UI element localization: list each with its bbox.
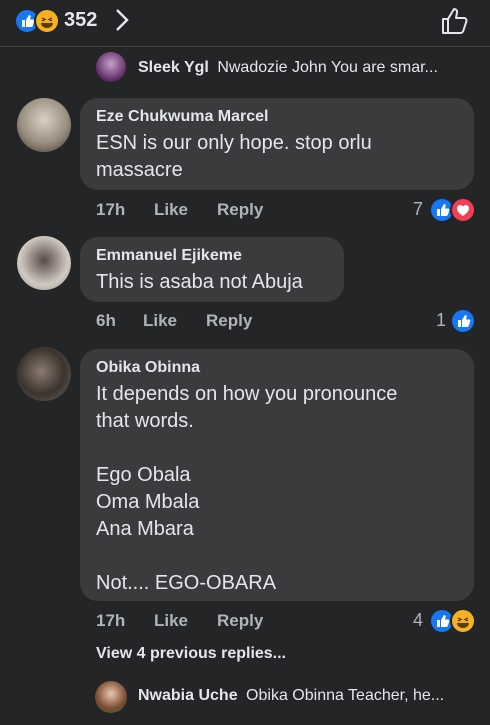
haha-reaction-icon (34, 8, 60, 34)
avatar[interactable] (96, 52, 126, 82)
haha-reaction-icon (450, 608, 476, 634)
view-previous-replies-link[interactable]: View 4 previous replies... (96, 645, 286, 663)
avatar[interactable] (17, 98, 71, 152)
comment-bubble[interactable]: Obika Obinna It depends on how you prono… (80, 349, 474, 601)
header-divider (0, 46, 490, 47)
like-button[interactable]: Like (154, 611, 188, 631)
reply-author: Nwabia Uche (138, 687, 238, 704)
comment-time[interactable]: 6h (96, 311, 116, 331)
comment-author[interactable]: Obika Obinna (96, 358, 458, 378)
avatar[interactable] (17, 347, 71, 401)
reply-button[interactable]: Reply (206, 311, 252, 331)
reply-preview[interactable]: Sleek Ygl Nwadozie John You are smar... (138, 59, 438, 77)
thumbs-up-outline-icon[interactable] (440, 6, 470, 41)
comment-time[interactable]: 17h (96, 611, 125, 631)
comment-author[interactable]: Eze Chukwuma Marcel (96, 107, 458, 127)
comment-bubble[interactable]: Emmanuel Ejikeme This is asaba not Abuja (80, 237, 344, 302)
comment-actions: 17h Like Reply (96, 200, 296, 222)
like-button[interactable]: Like (154, 200, 188, 220)
comment-time[interactable]: 17h (96, 200, 125, 220)
reaction-count: 352 (64, 9, 98, 31)
comment-actions: 17h Like Reply (96, 611, 296, 633)
like-reaction-icon (450, 308, 476, 334)
comment-author[interactable]: Emmanuel Ejikeme (96, 246, 328, 266)
reply-author: Sleek Ygl (138, 59, 209, 76)
avatar[interactable] (95, 681, 127, 713)
heart-reaction-icon (450, 197, 476, 223)
reaction-count[interactable]: 7 (413, 199, 423, 220)
reply-text: Nwadozie John You are smar... (217, 59, 438, 76)
reply-button[interactable]: Reply (217, 611, 263, 631)
comment-actions: 6h Like Reply (96, 311, 296, 333)
comment-bubble[interactable]: Eze Chukwuma Marcel ESN is our only hope… (80, 98, 474, 190)
like-button[interactable]: Like (143, 311, 177, 331)
avatar[interactable] (17, 236, 71, 290)
comment-text: ESN is our only hope. stop orlu massacre (96, 132, 372, 181)
comment-text: This is asaba not Abuja (96, 271, 303, 293)
comment-text: It depends on how you pronounce that wor… (96, 383, 398, 594)
reply-text: Obika Obinna Teacher, he... (246, 687, 445, 704)
reaction-count[interactable]: 1 (436, 310, 446, 331)
chevron-right-icon[interactable] (114, 8, 130, 37)
reply-button[interactable]: Reply (217, 200, 263, 220)
reaction-count[interactable]: 4 (413, 610, 423, 631)
reply-preview[interactable]: Nwabia Uche Obika Obinna Teacher, he... (138, 687, 444, 705)
